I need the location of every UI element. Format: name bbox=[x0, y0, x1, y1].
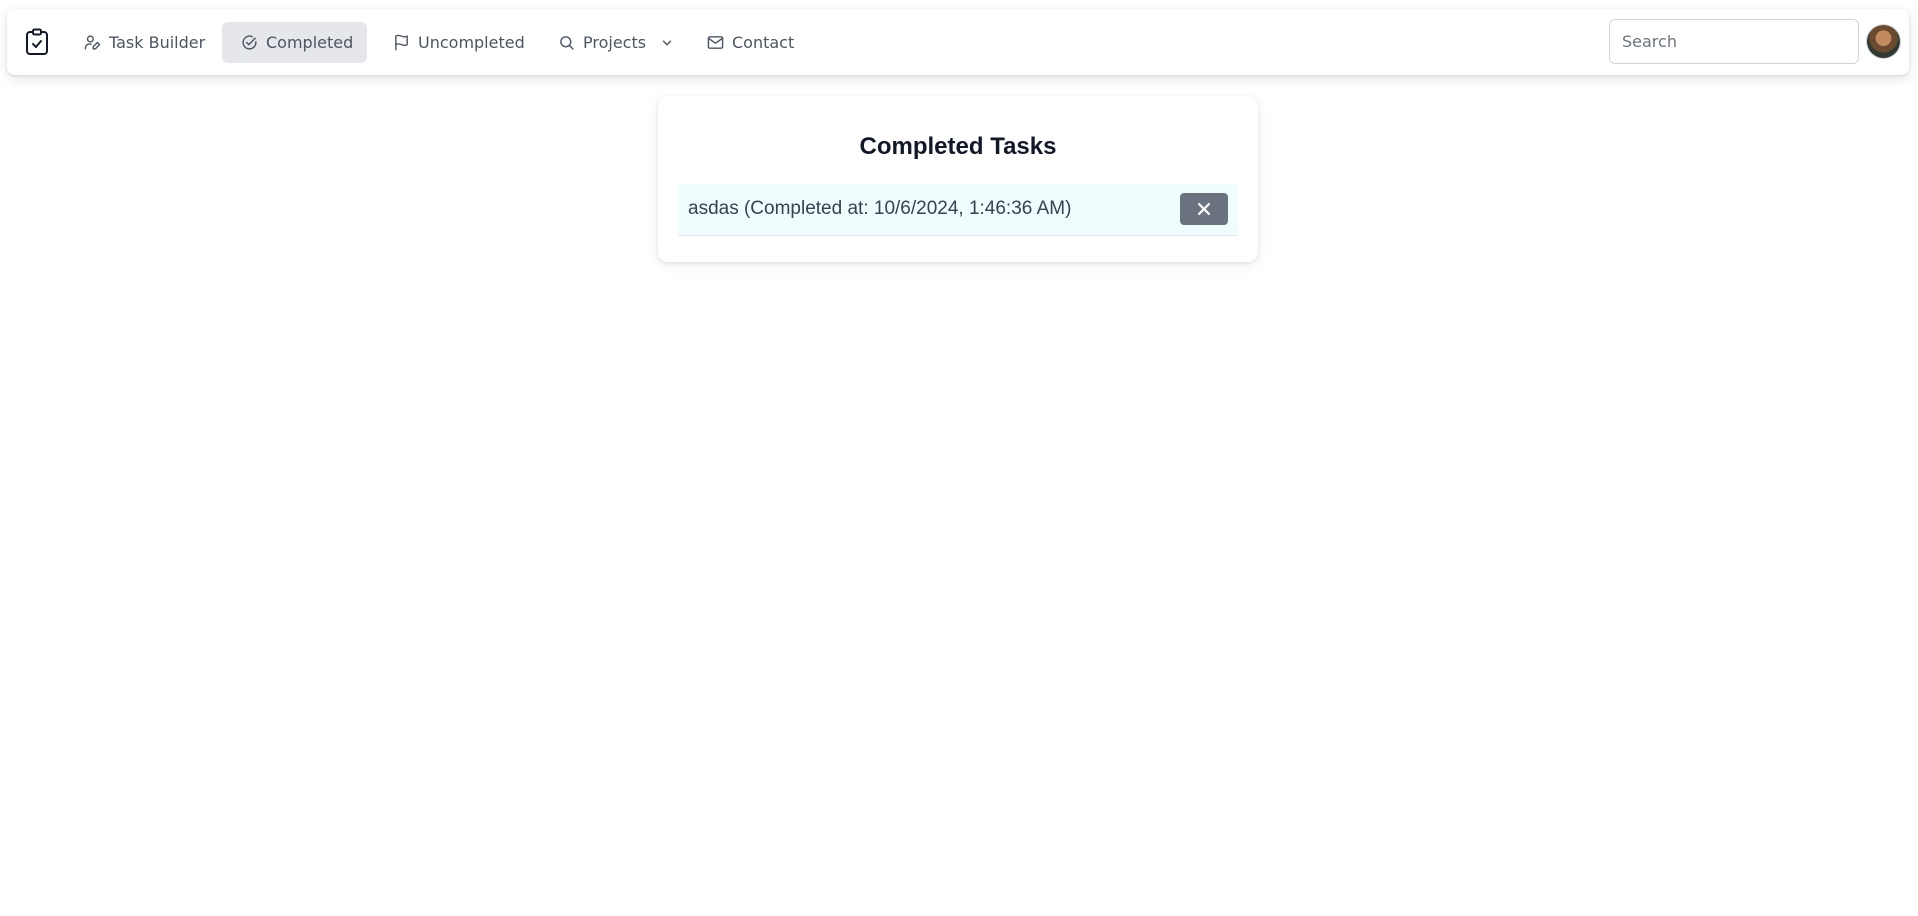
user-avatar[interactable] bbox=[1867, 25, 1900, 58]
nav-projects-label: Projects bbox=[583, 33, 647, 52]
nav-task-builder[interactable]: Task Builder bbox=[65, 22, 224, 63]
task-list-item: asdas (Completed at: 10/6/2024, 1:46:36 … bbox=[678, 184, 1238, 236]
nav-completed-label: Completed bbox=[266, 33, 354, 52]
nav-uncompleted-label: Uncompleted bbox=[418, 33, 525, 52]
nav-contact-label: Contact bbox=[732, 33, 795, 52]
clipboard-check-logo-icon[interactable] bbox=[23, 26, 51, 58]
mail-icon bbox=[707, 36, 724, 49]
flag-icon bbox=[395, 34, 408, 51]
check-circle-icon bbox=[242, 35, 257, 50]
nav-task-builder-label: Task Builder bbox=[109, 33, 206, 52]
close-icon bbox=[1197, 202, 1211, 216]
chevron-down-icon bbox=[662, 40, 672, 45]
nav-uncompleted[interactable]: Uncompleted bbox=[374, 22, 544, 63]
user-pen-icon bbox=[84, 35, 101, 50]
nav-contact[interactable]: Contact bbox=[688, 22, 813, 63]
completed-tasks-card: Completed Tasks asdas (Completed at: 10/… bbox=[658, 96, 1258, 262]
delete-task-button[interactable] bbox=[1180, 193, 1228, 225]
task-text: asdas (Completed at: 10/6/2024, 1:46:36 … bbox=[688, 198, 1072, 219]
nav-projects-dropdown[interactable]: Projects bbox=[539, 22, 693, 63]
page-title: Completed Tasks bbox=[859, 133, 1057, 160]
search-icon bbox=[560, 36, 574, 50]
search-input[interactable] bbox=[1609, 19, 1859, 64]
top-navbar: Task Builder Completed Uncompleted Proje… bbox=[7, 9, 1909, 75]
nav-completed[interactable]: Completed bbox=[222, 22, 367, 63]
